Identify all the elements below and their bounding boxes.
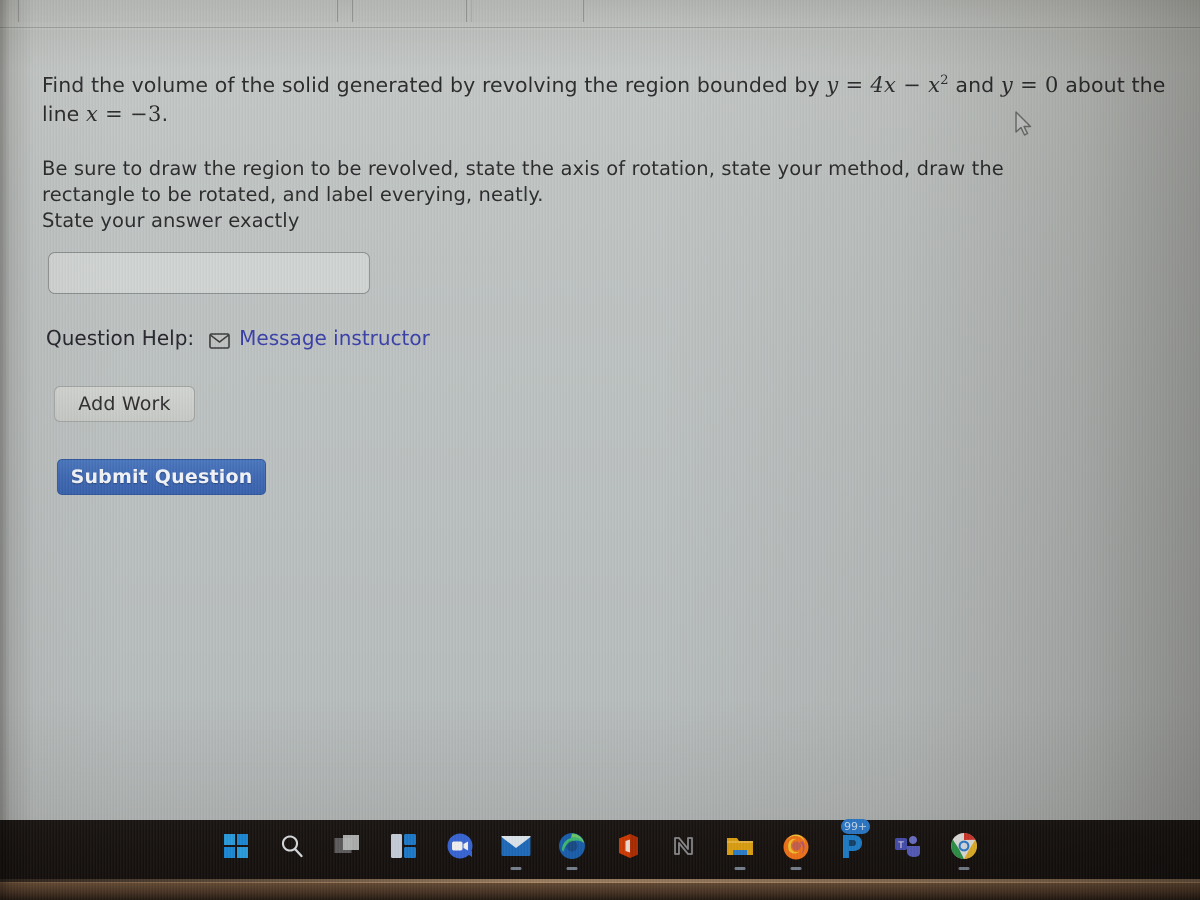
- eq1-term-x: x: [928, 73, 941, 97]
- stem-mid-text: and: [948, 73, 1001, 97]
- running-indicator: [958, 867, 970, 870]
- eq3-lhs: x: [86, 102, 99, 126]
- eq1-lhs: y: [826, 73, 839, 97]
- chrome-divider: [0, 27, 1200, 28]
- question-instructions: Be sure to draw the region to be revolve…: [42, 156, 1102, 234]
- instructions-line-3: State your answer exactly: [42, 209, 300, 232]
- monitor-bezel: [0, 882, 1200, 900]
- eq3-minus: −: [130, 102, 148, 126]
- running-indicator: [734, 867, 746, 870]
- search-icon[interactable]: [275, 829, 309, 863]
- add-work-button[interactable]: Add Work: [54, 386, 195, 422]
- instructions-line-1: Be sure to draw the region to be revolve…: [42, 157, 1004, 180]
- eq2-rhs: 0: [1044, 73, 1059, 97]
- widgets-icon[interactable]: [387, 829, 421, 863]
- running-indicator: [510, 867, 522, 870]
- running-indicator: [790, 867, 802, 870]
- eq1-term-4x: 4x: [870, 73, 897, 97]
- mouse-pointer: [1014, 111, 1034, 139]
- windows-taskbar: 99+ T: [0, 819, 1200, 882]
- eq1-equals: =: [838, 73, 871, 97]
- browser-tab-1[interactable]: [18, 0, 338, 22]
- browser-tab-3[interactable]: [466, 0, 584, 22]
- zoom-icon[interactable]: [443, 829, 477, 863]
- task-view-icon[interactable]: [331, 829, 365, 863]
- notification-badge: 99+: [841, 819, 871, 834]
- file-explorer-icon[interactable]: [723, 829, 757, 870]
- pearson-icon[interactable]: 99+: [835, 819, 871, 863]
- chrome-icon[interactable]: [947, 829, 981, 870]
- eq1-exponent: 2: [940, 73, 949, 88]
- browser-chrome-strip: [0, 0, 1200, 30]
- stem-end-period: .: [161, 102, 169, 126]
- eq1-minus: −: [896, 73, 929, 97]
- equation-x-equals-minus-3: x = −3: [86, 102, 162, 126]
- edge-icon[interactable]: [555, 829, 589, 870]
- equation-y-equals-4x-minus-x-squared: y = 4x − x2: [826, 73, 948, 97]
- monitor-bezel-highlight: [0, 879, 1200, 883]
- question-help-label: Question Help:: [46, 326, 195, 350]
- message-instructor-link[interactable]: Message instructor: [239, 326, 430, 350]
- submit-question-button[interactable]: Submit Question: [57, 459, 266, 495]
- start-icon[interactable]: [219, 829, 253, 863]
- eq3-rhs: 3: [147, 102, 162, 126]
- question-stem: Find the volume of the solid generated b…: [42, 66, 1167, 129]
- teams-icon[interactable]: T: [891, 829, 925, 863]
- question-help-row: Question Help: Message instructor: [46, 326, 430, 350]
- browser-tab-2[interactable]: [352, 0, 472, 22]
- eq2-lhs: y: [1000, 73, 1014, 97]
- stem-prefix-text: Find the volume of the solid generated b…: [42, 73, 827, 97]
- onenote-icon[interactable]: [667, 829, 701, 863]
- answer-input[interactable]: [48, 252, 370, 294]
- firefox-icon[interactable]: [779, 829, 813, 870]
- question-page: Find the volume of the solid generated b…: [0, 30, 1200, 820]
- svg-text:T: T: [897, 841, 904, 851]
- envelope-icon: [209, 330, 230, 349]
- taskbar-icon-strip: 99+ T: [0, 819, 1200, 872]
- office-icon[interactable]: [611, 829, 645, 863]
- eq2-equals: =: [1013, 73, 1045, 97]
- mail-icon[interactable]: [499, 829, 533, 870]
- eq3-equals: =: [98, 102, 131, 126]
- equation-y-equals-0: y = 0: [1001, 73, 1059, 97]
- photographed-screen: Find the volume of the solid generated b…: [0, 0, 1200, 900]
- instructions-line-2: rectangle to be rotated, and label every…: [42, 183, 544, 206]
- running-indicator: [566, 867, 578, 870]
